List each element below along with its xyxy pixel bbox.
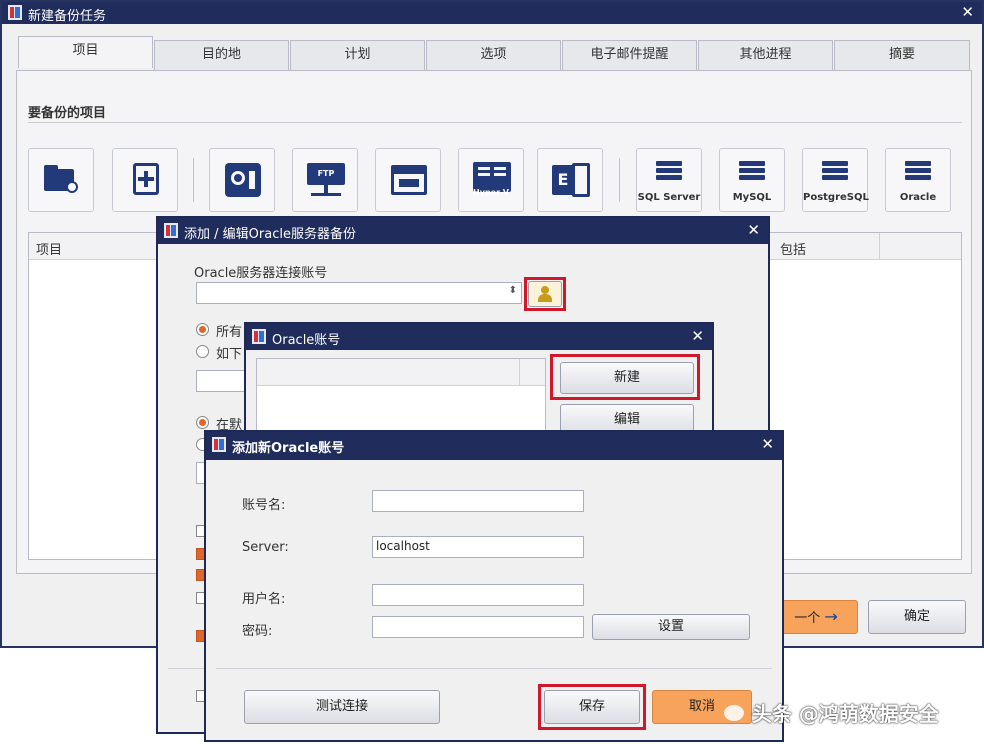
- add-folder-tile[interactable]: [28, 148, 94, 212]
- toolbar-separator: [193, 158, 194, 202]
- app-icon: [212, 437, 226, 452]
- cancel-label: 取消: [688, 699, 715, 714]
- all-databases-label: 所有: [216, 325, 243, 340]
- oracle-backup-titlebar: 添加 / 编辑Oracle服务器备份 ✕: [158, 218, 768, 244]
- disk-tile[interactable]: [209, 148, 275, 212]
- oracle-caption: Oracle: [899, 192, 937, 203]
- exchange-icon: E: [552, 163, 590, 197]
- table-header-item[interactable]: 项目: [36, 239, 62, 258]
- tab-summary[interactable]: 摘要: [834, 40, 970, 70]
- file-add-icon: [133, 163, 159, 195]
- arrow-right-icon: →: [824, 607, 838, 626]
- oracle-accounts-close-icon[interactable]: ✕: [691, 327, 704, 345]
- oracle-accounts-title: Oracle账号: [272, 333, 341, 348]
- highlight-manage-accounts: [524, 277, 566, 311]
- postgresql-caption: PostgreSQL: [803, 192, 869, 203]
- wechat-icon: [724, 704, 744, 721]
- oracle-accounts-titlebar: Oracle账号 ✕: [246, 324, 712, 350]
- mysql-tile[interactable]: MySQL: [719, 148, 785, 212]
- ftp-icon: FTP: [307, 163, 345, 197]
- server-account-select[interactable]: ⬍: [196, 282, 522, 304]
- default-location-radio[interactable]: [196, 416, 209, 429]
- tab-options[interactable]: 选项: [426, 40, 561, 70]
- table-header-include[interactable]: 包括: [780, 239, 806, 258]
- server-input[interactable]: localhost: [372, 536, 584, 558]
- next-button[interactable]: 一个 →: [774, 600, 858, 634]
- database-icon: [656, 161, 682, 182]
- add-account-title: 添加新Oracle账号: [232, 441, 345, 456]
- ok-button-label: 确定: [903, 609, 930, 624]
- settings-label: 设置: [657, 619, 684, 634]
- footer-divider: [216, 668, 772, 669]
- app-icon: [8, 5, 22, 20]
- app-icon: [252, 329, 266, 344]
- server-account-label: Oracle服务器连接账号: [194, 266, 328, 281]
- folder-add-icon: [44, 165, 78, 193]
- add-account-titlebar: 添加新Oracle账号 ✕: [206, 432, 782, 460]
- chevron-updown-icon: ⬍: [508, 285, 517, 296]
- tab-schedule[interactable]: 计划: [290, 40, 425, 70]
- tab-destination[interactable]: 目的地: [154, 40, 289, 70]
- database-icon: [905, 161, 931, 182]
- settings-button[interactable]: 设置: [592, 614, 750, 640]
- main-titlebar: 新建备份任务 ✕: [2, 2, 982, 24]
- test-connection-label: 测试连接: [315, 699, 368, 714]
- main-window-title: 新建备份任务: [28, 9, 107, 24]
- exchange-tile[interactable]: E: [537, 148, 603, 212]
- all-databases-radio[interactable]: [196, 323, 209, 336]
- oracle-tile[interactable]: Oracle: [885, 148, 951, 212]
- header-divider: [879, 233, 880, 259]
- database-icon: [822, 161, 848, 182]
- account-name-label: 账号名:: [242, 498, 286, 513]
- ftp-tile[interactable]: FTP: [292, 148, 358, 212]
- accounts-list-header-divider: [519, 359, 520, 385]
- app-icon: [164, 223, 178, 238]
- add-account-close-icon[interactable]: ✕: [761, 435, 774, 453]
- following-databases-label: 如下: [216, 347, 243, 362]
- server-label: Server:: [242, 540, 289, 555]
- oracle-backup-title: 添加 / 编辑Oracle服务器备份: [184, 227, 356, 242]
- edit-account-label: 编辑: [613, 412, 640, 427]
- tab-other-processes[interactable]: 其他进程: [698, 40, 833, 70]
- oracle-backup-close-icon[interactable]: ✕: [747, 221, 760, 239]
- mysql-caption: MySQL: [732, 192, 772, 203]
- watermark: 头条 @鸿萌数据安全: [724, 698, 939, 727]
- highlight-new-account: [550, 354, 700, 400]
- database-icon: [739, 161, 765, 182]
- web-tile[interactable]: [375, 148, 441, 212]
- test-connection-button[interactable]: 测试连接: [244, 690, 440, 724]
- password-label: 密码:: [242, 624, 273, 639]
- postgresql-tile[interactable]: PostgreSQL: [802, 148, 869, 212]
- toolbar-separator-2: [619, 158, 620, 202]
- sql-server-tile[interactable]: SQL Server: [636, 148, 702, 212]
- section-divider: [28, 122, 962, 123]
- accounts-list-header: [257, 359, 545, 386]
- username-input[interactable]: [372, 584, 584, 606]
- disk-icon: [225, 163, 261, 197]
- account-name-input[interactable]: [372, 490, 584, 512]
- ok-button[interactable]: 确定: [868, 600, 966, 634]
- tab-email-alerts[interactable]: 电子邮件提醒: [562, 40, 697, 70]
- hyperv-caption: Hyper-V: [473, 188, 509, 197]
- section-title: 要备份的项目: [28, 106, 107, 121]
- tab-items[interactable]: 项目: [18, 36, 153, 68]
- highlight-save: [538, 684, 646, 730]
- web-window-icon: [391, 165, 427, 195]
- username-label: 用户名:: [242, 592, 286, 607]
- add-file-tile[interactable]: [112, 148, 178, 212]
- add-account-dialog: 添加新Oracle账号 ✕ 账号名: Server: localhost 用户名…: [204, 430, 784, 742]
- following-databases-radio[interactable]: [196, 345, 209, 358]
- main-close-icon[interactable]: ✕: [961, 3, 974, 21]
- hyperv-tile[interactable]: Hyper-V: [458, 148, 524, 212]
- next-button-label: 一个: [794, 611, 821, 626]
- password-input[interactable]: [372, 616, 584, 638]
- watermark-text: 头条 @鸿萌数据安全: [751, 702, 939, 726]
- sql-server-caption: SQL Server: [637, 192, 701, 203]
